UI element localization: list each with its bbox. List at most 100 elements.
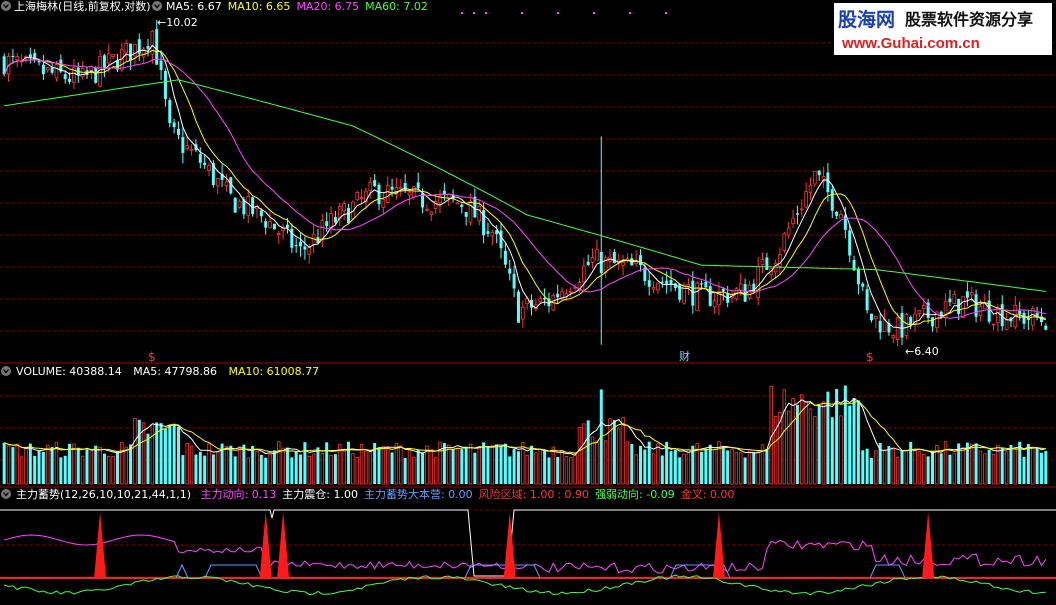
candle-body xyxy=(568,291,573,293)
volume-bar xyxy=(94,445,98,484)
volume-bar xyxy=(678,457,682,484)
volume-bar xyxy=(595,440,599,485)
volume-bar xyxy=(416,450,420,484)
volume-bar xyxy=(477,446,481,485)
finance-marker[interactable]: 财 xyxy=(679,349,690,363)
event-marker[interactable]: $ xyxy=(866,350,874,364)
volume-bar xyxy=(307,455,311,485)
candle-body xyxy=(826,172,830,193)
candle-body xyxy=(264,221,268,228)
volume-bar xyxy=(102,453,106,484)
candle-body xyxy=(111,53,115,57)
volume-bar xyxy=(50,447,54,484)
volume-ma5: MA5: 47798.86 xyxy=(133,365,217,378)
volume-bar xyxy=(974,443,978,484)
volume-bar xyxy=(1004,451,1009,485)
volume-bar xyxy=(364,450,368,485)
volume-bar xyxy=(24,447,28,485)
volume-bar xyxy=(246,457,250,485)
candle-body xyxy=(203,162,207,166)
candle-body xyxy=(848,230,852,256)
candle-body xyxy=(377,184,381,205)
volume-bar xyxy=(264,457,268,484)
candle-body xyxy=(373,180,377,187)
volume-bar xyxy=(316,447,320,484)
candle-body xyxy=(272,223,276,230)
candle-body xyxy=(974,294,978,317)
candle-body xyxy=(285,224,289,228)
volume-bar xyxy=(115,450,119,484)
volume-bar xyxy=(904,450,909,485)
candle-body xyxy=(700,283,704,285)
candle-body xyxy=(791,218,795,225)
candle-body xyxy=(94,67,98,83)
volume-bar xyxy=(203,455,207,484)
candle-body xyxy=(931,317,935,327)
ma-readout: MA10: 6.65 xyxy=(228,0,291,13)
candle-body xyxy=(948,298,952,303)
volume-bar xyxy=(172,423,176,484)
volume-bar xyxy=(159,423,163,484)
volume-bar xyxy=(98,446,102,485)
watermark-brand: 股海网 xyxy=(838,8,895,31)
collapse-icon[interactable] xyxy=(1,489,11,499)
candle-body xyxy=(590,257,595,263)
volume-bar xyxy=(961,447,965,485)
event-marker[interactable]: $ xyxy=(148,350,156,364)
candle-body xyxy=(708,286,712,306)
candle-body xyxy=(660,281,664,283)
candle-body xyxy=(50,67,54,73)
volume-bar xyxy=(33,455,37,484)
candle-body xyxy=(861,283,865,287)
volume-bar xyxy=(634,454,638,485)
volume-bar xyxy=(582,423,586,485)
volume-bar xyxy=(342,450,346,485)
volume-bar xyxy=(813,416,817,485)
candle-body xyxy=(647,280,651,287)
candle-body xyxy=(909,317,913,326)
candle-body xyxy=(891,335,896,339)
volume-bar xyxy=(560,450,564,485)
volume-bar xyxy=(952,453,956,485)
volume-bar xyxy=(547,457,551,484)
candle-body xyxy=(189,148,194,151)
volume-bar xyxy=(447,444,451,485)
volume-bar xyxy=(569,456,573,485)
volume-bar xyxy=(255,450,259,485)
volume-bar xyxy=(124,446,128,485)
volume-bar xyxy=(464,446,468,484)
candle-body xyxy=(965,291,969,298)
volume-bar xyxy=(390,452,394,484)
volume-bar xyxy=(495,444,499,484)
candle-body xyxy=(512,273,516,289)
collapse-icon[interactable] xyxy=(1,1,11,11)
candle-body xyxy=(407,191,412,196)
ma-settings-icon[interactable] xyxy=(152,1,162,11)
volume-bar xyxy=(6,445,11,485)
collapse-icon[interactable] xyxy=(1,366,11,376)
volume-bar xyxy=(848,405,852,484)
volume-bar xyxy=(874,450,878,485)
volume-bar xyxy=(852,397,856,484)
volume-bar xyxy=(1013,448,1018,485)
indicator-readout: 强弱动向: -0.09 xyxy=(595,487,675,501)
candle-body xyxy=(878,320,882,333)
volume-bar xyxy=(1018,441,1022,484)
indicator-readout: 主力蓄势大本营: 0.00 xyxy=(364,487,473,501)
volume-bar xyxy=(346,441,350,484)
candle-body xyxy=(490,231,495,237)
candle-body xyxy=(843,215,847,230)
volume-bar xyxy=(891,449,895,485)
candle-body xyxy=(102,55,106,68)
volume-bar xyxy=(704,448,708,484)
volume-bar xyxy=(412,456,416,485)
candle-body xyxy=(804,191,808,208)
candle-body xyxy=(259,210,263,217)
volume-bar xyxy=(1022,456,1026,484)
candle-body xyxy=(412,186,416,198)
candle-body xyxy=(651,287,656,290)
indicator-readout: 风险区域: 1.00 xyxy=(479,487,555,501)
indicator-readout: : 0.90 xyxy=(557,488,589,501)
candle-body xyxy=(904,314,909,336)
volume-bar xyxy=(403,457,407,484)
